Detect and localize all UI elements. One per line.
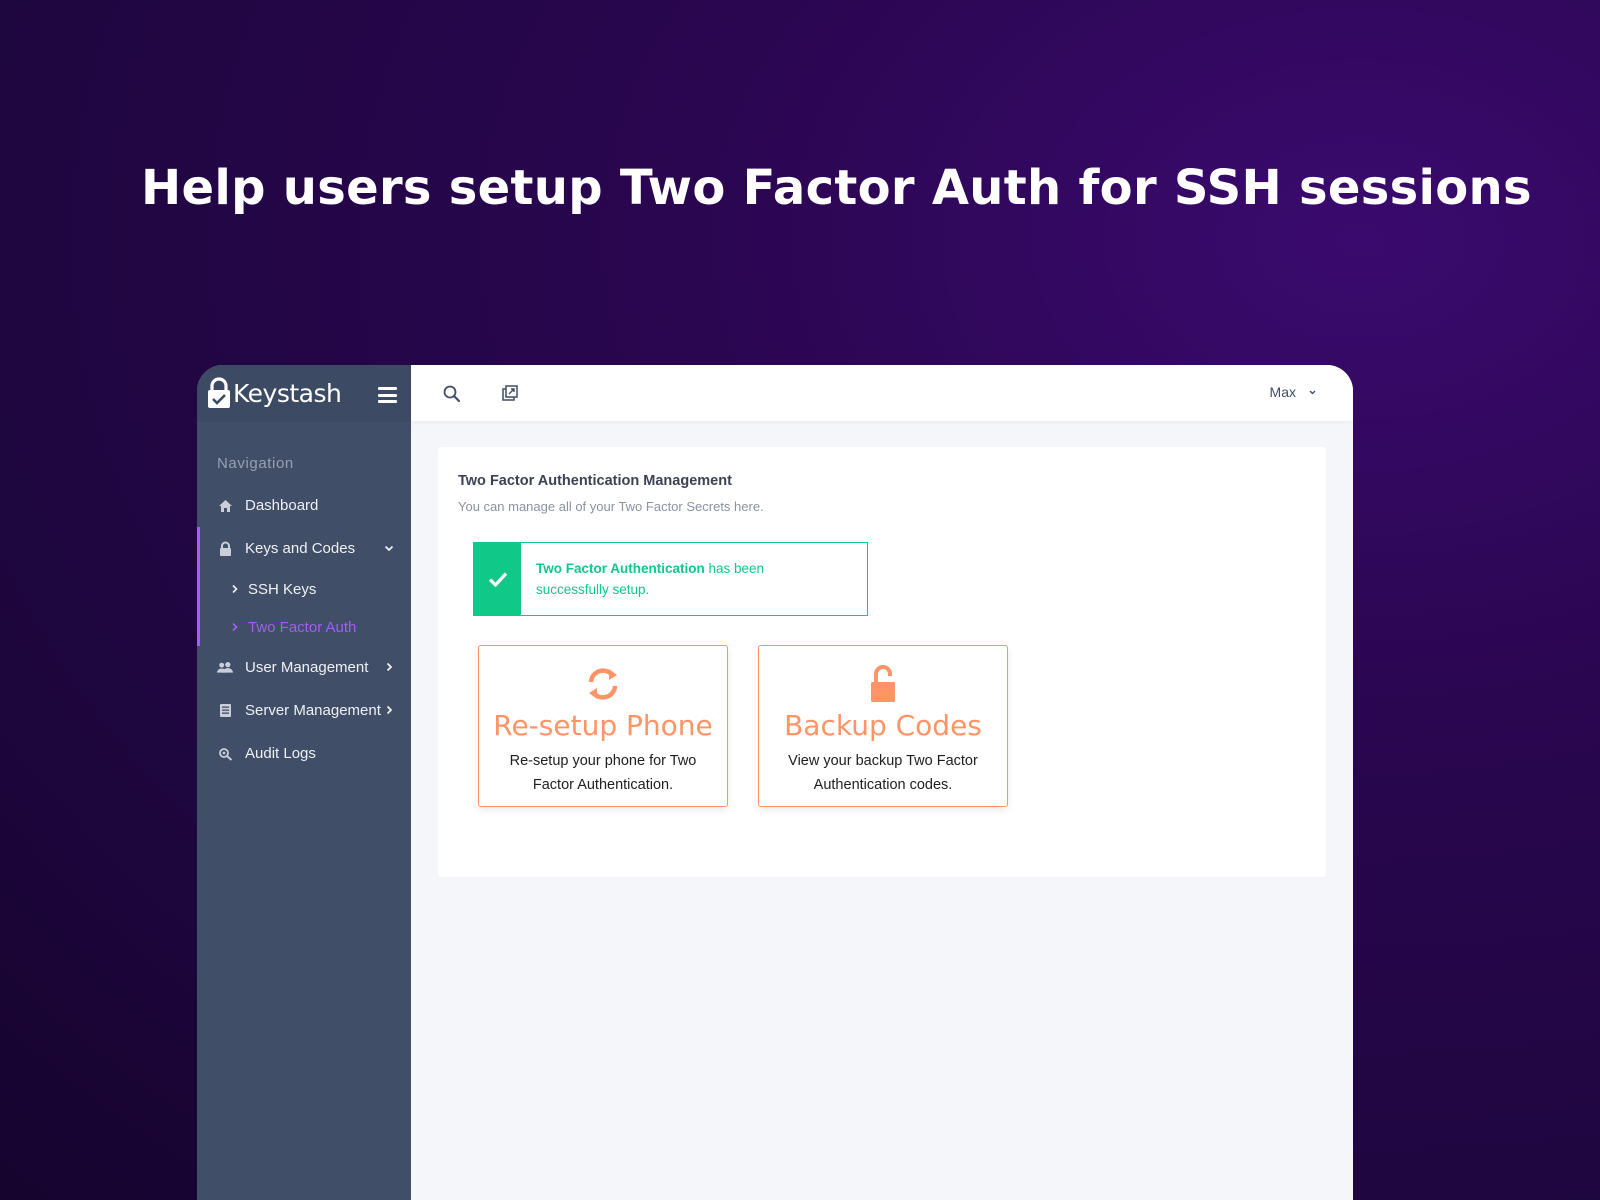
lock-icon — [217, 541, 233, 557]
brand-name: Keystash — [233, 379, 342, 408]
nav-heading: Navigation — [217, 455, 294, 472]
user-name: Max — [1269, 384, 1296, 400]
chevron-right-icon — [386, 662, 393, 672]
sidebar-item-dashboard[interactable]: Dashboard — [197, 484, 411, 527]
backup-codes-tile[interactable]: Backup Codes View your backup Two Factor… — [758, 645, 1008, 807]
sidebar-group-keys-and-codes: Keys and Codes SSH Keys Two Factor Auth — [197, 527, 411, 646]
refresh-icon — [588, 668, 618, 700]
brand[interactable]: Keystash — [197, 365, 411, 422]
sidebar-item-label: Keys and Codes — [245, 540, 356, 557]
sidebar-item-audit-logs[interactable]: Audit Logs — [197, 732, 411, 775]
chevron-down-icon — [384, 545, 394, 552]
sidebar-item-label: Server Management — [245, 702, 381, 719]
expand-window-icon[interactable] — [500, 384, 520, 404]
tile-title: Re-setup Phone — [493, 709, 713, 742]
page-subtitle: You can manage all of your Two Factor Se… — [458, 499, 764, 514]
sidebar-item-label: Dashboard — [245, 497, 319, 514]
logo-lock-icon — [208, 376, 230, 408]
chevron-down-icon — [1309, 390, 1316, 394]
resetup-phone-tile[interactable]: Re-setup Phone Re-setup your phone for T… — [478, 645, 728, 807]
alert-message: Two Factor Authentication has been succe… — [521, 543, 781, 615]
alert-bold: Two Factor Authentication — [536, 561, 705, 576]
check-icon — [474, 543, 521, 615]
sidebar-subitem-two-factor-auth[interactable]: Two Factor Auth — [200, 608, 411, 646]
chevron-right-icon — [231, 584, 241, 594]
page-title: Two Factor Authentication Management — [458, 473, 732, 489]
nav-list: Dashboard Keys and Codes SSH Keys Two Fa… — [197, 484, 411, 775]
topbar: Max — [411, 365, 1353, 421]
sidebar-item-keys-and-codes[interactable]: Keys and Codes — [200, 527, 411, 570]
sidebar-subitem-ssh-keys[interactable]: SSH Keys — [200, 570, 411, 608]
search-icon[interactable] — [442, 384, 462, 404]
server-icon — [217, 703, 233, 719]
app-window: Keystash Navigation Dashboard Keys and C… — [197, 365, 1353, 1200]
tile-description: View your backup Two Factor Authenticati… — [788, 753, 978, 793]
sidebar-subitem-label: Two Factor Auth — [248, 618, 357, 636]
sidebar-item-label: User Management — [245, 659, 369, 676]
users-icon — [217, 660, 233, 676]
headline: Help users setup Two Factor Auth for SSH… — [141, 160, 1532, 216]
chevron-right-icon — [386, 705, 393, 715]
chevron-right-icon — [231, 622, 241, 632]
home-icon — [217, 498, 233, 514]
sidebar-item-user-management[interactable]: User Management — [197, 646, 411, 689]
unlock-icon — [871, 665, 895, 702]
sidebar: Keystash Navigation Dashboard Keys and C… — [197, 365, 411, 1200]
menu-toggle-icon[interactable] — [378, 387, 397, 403]
tile-title: Backup Codes — [784, 709, 982, 742]
sidebar-item-server-management[interactable]: Server Management — [197, 689, 411, 732]
tile-description: Re-setup your phone for Two Factor Authe… — [509, 753, 697, 793]
success-alert: Two Factor Authentication has been succe… — [473, 542, 868, 616]
sidebar-subitem-label: SSH Keys — [248, 580, 317, 598]
two-factor-card: Two Factor Authentication Management You… — [438, 447, 1326, 877]
user-menu[interactable]: Max — [1270, 384, 1317, 400]
audit-search-icon — [217, 746, 233, 762]
sidebar-item-label: Audit Logs — [245, 745, 316, 762]
